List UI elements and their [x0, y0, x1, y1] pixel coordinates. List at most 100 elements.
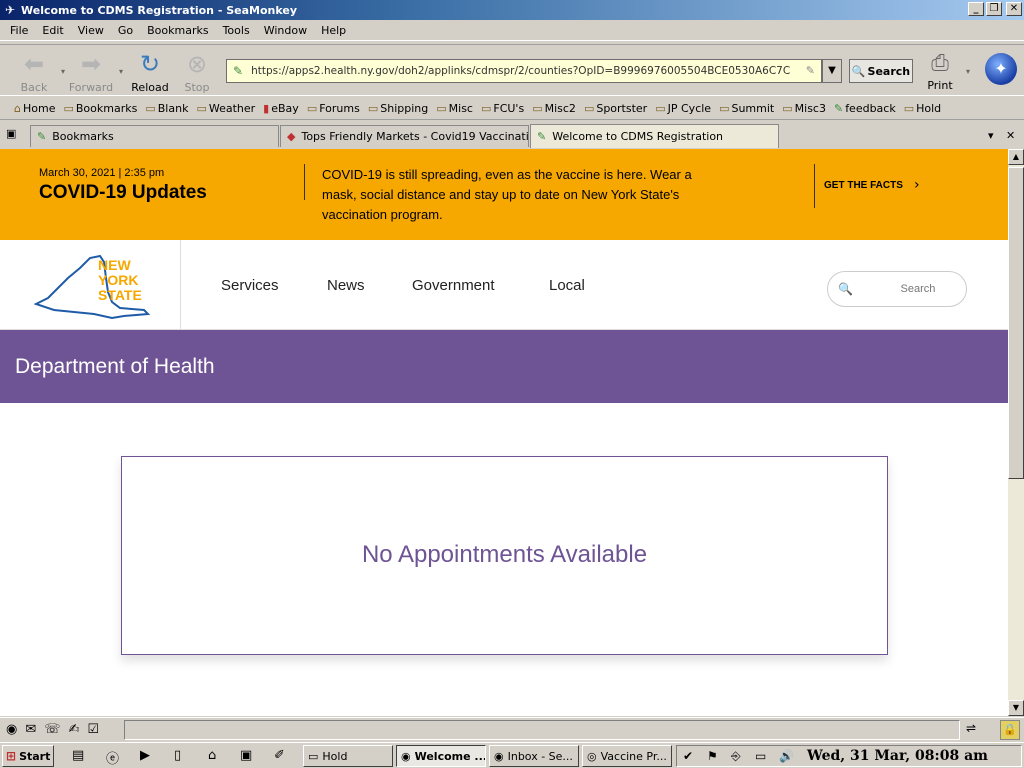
bookmark-folder-hold[interactable]: ▭ Hold: [904, 102, 941, 115]
chat-icon[interactable]: ☏: [44, 722, 60, 737]
nav-local[interactable]: Local: [549, 277, 585, 294]
forward-history-dropdown-icon[interactable]: ▾: [119, 67, 123, 76]
network-icon[interactable]: ⌂: [208, 748, 216, 763]
bookmark-folder-misc[interactable]: ▭ Misc: [436, 102, 473, 115]
bookmark-folder-shipping[interactable]: ▭ Shipping: [368, 102, 428, 115]
online-status-icon[interactable]: ⇌: [966, 721, 976, 735]
page-content: March 30, 2021 | 2:35 pm COVID-19 Update…: [0, 149, 1008, 716]
reload-button[interactable]: ↻ Reload: [125, 49, 175, 94]
site-search-box[interactable]: 🔍: [827, 271, 967, 307]
bookmark-folder-bookmarks[interactable]: ▭ Bookmarks: [63, 102, 137, 115]
scroll-up-icon[interactable]: ▲: [1008, 149, 1024, 165]
bookmark-folder-misc3[interactable]: ▭ Misc3: [782, 102, 826, 115]
menu-tools[interactable]: Tools: [223, 24, 250, 37]
close-tab-icon[interactable]: ✕: [1006, 129, 1015, 142]
forward-button[interactable]: ➡ Forward: [66, 49, 116, 94]
stop-button[interactable]: ⊗ Stop: [172, 49, 222, 94]
component-bar: ◉ ✉ ☏ ✍ ☑: [6, 722, 99, 737]
folder-icon: ▭: [196, 102, 207, 115]
folder-icon: ▭: [583, 102, 595, 115]
folder-icon: ▭: [782, 102, 793, 115]
bookmark-feedback[interactable]: ✎ feedback: [834, 102, 896, 115]
address-book-icon[interactable]: ☑: [87, 722, 99, 737]
browser-icon[interactable]: ◉: [6, 722, 17, 737]
notepad-icon[interactable]: ▯: [174, 748, 181, 763]
search-button[interactable]: 🔍 Search: [849, 59, 913, 83]
close-window-button[interactable]: ✕: [1006, 2, 1022, 16]
bookmarks-toolbar: ⌂ Home ▭ Bookmarks ▭ Blank ▭ Weather ▮ eBay ▭…: [0, 98, 1024, 120]
paint-icon[interactable]: ✐: [274, 748, 285, 763]
task-vaccine[interactable]: ◎ Vaccine Pr...: [582, 745, 672, 767]
media-player-icon[interactable]: ▶: [140, 748, 150, 763]
ny-state-logo[interactable]: NEW YORK STATE: [33, 248, 154, 320]
nav-services[interactable]: Services: [221, 277, 279, 294]
menu-window[interactable]: Window: [264, 24, 307, 37]
bookmark-folder-forums[interactable]: ▭ Forums: [307, 102, 360, 115]
start-button[interactable]: ⊞ Start: [2, 745, 54, 767]
bookmark-folder-jp-cycle[interactable]: ▭ JP Cycle: [655, 102, 711, 115]
bookmark-folder-fcus[interactable]: ▭ FCU's: [481, 102, 524, 115]
tab-label: Bookmarks: [52, 130, 114, 143]
bookmark-label: Forums: [319, 102, 360, 115]
bookmark-home[interactable]: ⌂ Home: [14, 102, 55, 115]
volume-icon[interactable]: 🔊: [779, 749, 794, 763]
url-input[interactable]: [251, 65, 792, 77]
site-search-input[interactable]: [872, 283, 963, 295]
bookmark-folder-summit[interactable]: ▭ Summit: [719, 102, 774, 115]
task-inbox[interactable]: ◉ Inbox - Se...: [489, 745, 579, 767]
menu-view[interactable]: View: [78, 24, 104, 37]
bookmark-page-icon[interactable]: ✎: [806, 64, 815, 77]
tab-tops-friendly-markets[interactable]: ◆ Tops Friendly Markets - Covid19 Vaccin…: [280, 125, 529, 147]
bookmark-folder-misc2[interactable]: ▭ Misc2: [532, 102, 576, 115]
menu-edit[interactable]: Edit: [42, 24, 63, 37]
nav-news[interactable]: News: [327, 277, 365, 294]
forward-arrow-icon: ➡: [80, 50, 102, 78]
logo-word: STATE: [98, 287, 142, 303]
calculator-icon[interactable]: ▤: [72, 748, 84, 763]
print-button[interactable]: ⎙ Print: [920, 49, 960, 92]
url-history-dropdown[interactable]: ▼: [822, 59, 842, 83]
scroll-down-icon[interactable]: ▼: [1008, 700, 1024, 716]
bookmark-folder-sportster[interactable]: ▭ Sportster: [584, 102, 647, 115]
command-prompt-icon[interactable]: ▣: [240, 748, 252, 763]
menu-bookmarks[interactable]: Bookmarks: [147, 24, 208, 37]
task-hold[interactable]: ▭ Hold: [303, 745, 393, 767]
restore-button[interactable]: ❐: [986, 2, 1002, 16]
minimize-button[interactable]: _: [968, 2, 984, 16]
monitor-icon[interactable]: ▭: [755, 749, 766, 763]
tab-cdms-registration[interactable]: ✎ Welcome to CDMS Registration: [530, 124, 779, 148]
usb-device-icon[interactable]: ⎆: [731, 749, 741, 764]
mail-icon[interactable]: ✉: [25, 722, 36, 737]
bookmark-folder-weather[interactable]: ▭ Weather: [196, 102, 255, 115]
get-the-facts-link[interactable]: GET THE FACTS: [824, 180, 903, 191]
taskbar-clock[interactable]: Wed, 31 Mar, 08:08 am: [807, 748, 988, 764]
search-label: Search: [867, 64, 911, 78]
print-options-dropdown-icon[interactable]: ▾: [966, 67, 970, 76]
bookmark-ebay[interactable]: ▮ eBay: [263, 102, 299, 115]
back-history-dropdown-icon[interactable]: ▾: [61, 67, 65, 76]
reload-label: Reload: [131, 81, 169, 94]
menu-help[interactable]: Help: [321, 24, 346, 37]
security-lock-icon[interactable]: 🔒: [1000, 720, 1020, 740]
seamonkey-throbber-icon[interactable]: ✦: [985, 53, 1017, 85]
scroll-thumb[interactable]: [1008, 167, 1024, 479]
page-scrollbar[interactable]: ▲ ▼: [1008, 149, 1024, 716]
sidebar-toggle-icon[interactable]: ▣: [6, 127, 16, 140]
menu-file[interactable]: File: [10, 24, 28, 37]
nav-government[interactable]: Government: [412, 277, 495, 294]
reload-icon: ↻: [139, 50, 161, 78]
secure-site-icon: ✎: [233, 64, 244, 78]
link-icon: ✎: [833, 102, 844, 115]
tab-bookmarks[interactable]: ✎ Bookmarks: [30, 125, 279, 147]
flag-icon[interactable]: ⚑: [707, 749, 718, 763]
bookmark-folder-blank[interactable]: ▭ Blank: [145, 102, 188, 115]
composer-icon[interactable]: ✍: [69, 722, 80, 737]
url-bar[interactable]: ✎ ✎: [226, 59, 822, 83]
status-text-field: [124, 720, 960, 740]
tab-list-icon[interactable]: ▾: [988, 129, 994, 142]
internet-explorer-icon[interactable]: ⓔ: [106, 748, 119, 767]
task-welcome[interactable]: ◉ Welcome ...: [396, 745, 486, 767]
back-button[interactable]: ⬅ Back: [9, 49, 59, 94]
security-shield-icon[interactable]: ✔: [683, 749, 693, 763]
menu-go[interactable]: Go: [118, 24, 133, 37]
